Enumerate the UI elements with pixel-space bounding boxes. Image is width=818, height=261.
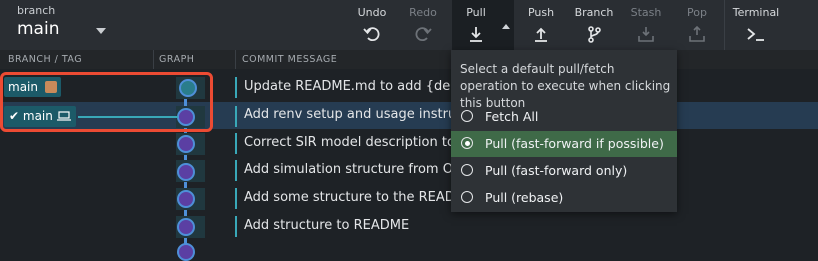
- undo-icon: [363, 27, 380, 42]
- stash-button[interactable]: Stash: [629, 6, 663, 43]
- commit-node[interactable]: [177, 218, 195, 236]
- header-graph[interactable]: GRAPH: [159, 54, 194, 65]
- pop-button[interactable]: Pop: [683, 6, 711, 43]
- option-label: Pull (fast-forward if possible): [485, 136, 664, 151]
- branch-button[interactable]: Branch: [573, 6, 615, 43]
- stash-label: Stash: [630, 6, 662, 19]
- branch-selector[interactable]: branch main: [17, 4, 59, 39]
- pull-options-dropdown: Select a default pull/fetch operation to…: [451, 50, 677, 212]
- radio-icon: [461, 191, 473, 203]
- undo-label: Undo: [357, 6, 387, 19]
- redo-label: Redo: [409, 6, 437, 19]
- terminal-icon: [747, 28, 764, 41]
- option-pull-ff-only[interactable]: Pull (fast-forward only): [451, 158, 677, 184]
- pull-icon: [470, 27, 482, 42]
- pull-options-chevron-icon[interactable]: [502, 24, 510, 29]
- push-icon: [535, 27, 547, 42]
- option-label: Fetch All: [485, 109, 539, 124]
- pull-button[interactable]: Pull: [461, 6, 491, 43]
- branch-label: branch: [17, 4, 56, 17]
- pull-label: Pull: [466, 6, 486, 19]
- pop-icon: [689, 25, 705, 42]
- option-label: Pull (fast-forward only): [485, 163, 628, 178]
- undo-button[interactable]: Undo: [357, 6, 387, 43]
- commit-marker: [235, 160, 237, 181]
- header-commit-message[interactable]: COMMIT MESSAGE: [242, 54, 337, 65]
- redo-icon: [415, 27, 432, 42]
- redo-button[interactable]: Redo: [408, 6, 438, 43]
- stash-icon: [638, 27, 654, 42]
- pop-label: Pop: [687, 6, 707, 19]
- commit-message[interactable]: Correct SIR model description to use: [244, 135, 482, 150]
- column-headers: BRANCH / TAG GRAPH COMMIT MESSAGE: [0, 50, 818, 69]
- radio-icon: [461, 164, 473, 176]
- radio-icon: [461, 110, 473, 122]
- commit-marker: [235, 216, 237, 237]
- commit-marker: [235, 106, 237, 127]
- commit-node[interactable]: [177, 163, 195, 181]
- header-branch-tag[interactable]: BRANCH / TAG: [8, 54, 82, 65]
- highlight-box: [0, 72, 213, 132]
- column-divider[interactable]: [153, 50, 154, 69]
- radio-selected-icon: [461, 137, 473, 149]
- branch-name: main: [17, 19, 60, 39]
- option-label: Pull (rebase): [485, 190, 564, 205]
- terminal-label: Terminal: [732, 6, 780, 19]
- commit-node[interactable]: [177, 243, 195, 261]
- push-label: Push: [527, 6, 555, 19]
- commit-marker: [235, 133, 237, 154]
- commit-message[interactable]: Add structure to README: [244, 218, 409, 233]
- push-button[interactable]: Push: [525, 6, 557, 43]
- option-fetch-all[interactable]: Fetch All: [451, 104, 677, 130]
- chevron-down-icon[interactable]: [96, 28, 106, 34]
- terminal-button[interactable]: Terminal: [731, 6, 781, 43]
- commit-node[interactable]: [177, 135, 195, 153]
- commit-marker: [235, 188, 237, 209]
- toolbar: branch main Undo Redo Pull Push Branch S…: [0, 0, 818, 50]
- branch-icon: [588, 26, 601, 43]
- option-pull-rebase[interactable]: Pull (rebase): [451, 185, 677, 211]
- toolbar-separator: [724, 0, 725, 50]
- option-pull-ff-if-possible[interactable]: Pull (fast-forward if possible): [451, 131, 677, 157]
- commit-node[interactable]: [177, 190, 195, 208]
- commit-marker: [235, 77, 237, 98]
- branch-button-label: Branch: [574, 6, 614, 19]
- column-divider[interactable]: [235, 50, 236, 69]
